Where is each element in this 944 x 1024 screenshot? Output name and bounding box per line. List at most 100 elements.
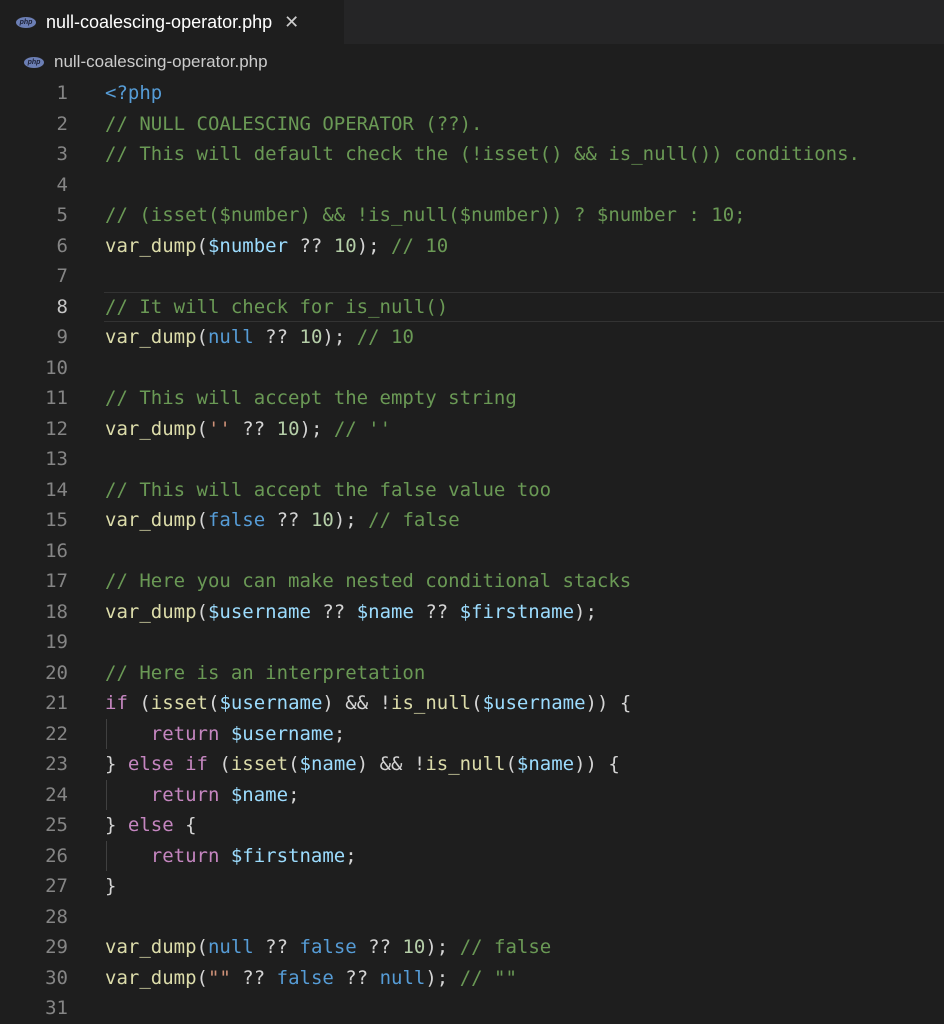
code-line[interactable]: 10 bbox=[0, 353, 944, 384]
code-token: ); bbox=[356, 234, 392, 257]
code-line[interactable]: 25} else { bbox=[0, 810, 944, 841]
code-line[interactable]: 28 bbox=[0, 902, 944, 933]
code-line[interactable]: 9 var_dump(null ?? 10); // 10 bbox=[0, 322, 944, 353]
code-text: return $firstname; bbox=[105, 841, 357, 872]
code-token: // This will accept the false value too bbox=[105, 478, 552, 501]
code-line[interactable]: 14 // This will accept the false value to… bbox=[0, 475, 944, 506]
code-token: ; bbox=[333, 722, 346, 745]
code-line[interactable]: 12 var_dump('' ?? 10); // '' bbox=[0, 414, 944, 445]
code-line[interactable]: 13 bbox=[0, 444, 944, 475]
code-line[interactable]: 27} bbox=[0, 871, 944, 902]
code-token: { bbox=[173, 814, 197, 836]
line-number: 28 bbox=[45, 905, 68, 928]
code-token: // Here you can make nested conditional … bbox=[105, 570, 632, 592]
code-line[interactable]: 30 var_dump("" ?? false ?? null); // "" bbox=[0, 963, 944, 994]
code-line[interactable]: 2 // NULL COALESCING OPERATOR (??). bbox=[0, 109, 944, 140]
code-token: return bbox=[150, 844, 220, 867]
code-token: var_dump bbox=[105, 326, 197, 348]
code-token: } bbox=[105, 875, 117, 897]
code-token: <?php bbox=[105, 82, 163, 104]
code-token: // This will accept the empty string bbox=[105, 387, 517, 409]
tab-null-coalescing-operator[interactable]: php null-coalescing-operator.php ✕ bbox=[0, 0, 344, 44]
code-token: $name bbox=[516, 753, 575, 775]
code-line[interactable]: 6 var_dump($number ?? 10); // 10 bbox=[0, 231, 944, 262]
code-token: // It will check for is_null() bbox=[105, 295, 449, 318]
code-line[interactable]: 20 // Here is an interpretation bbox=[0, 658, 944, 689]
editor-tab-bar: php null-coalescing-operator.php ✕ bbox=[0, 0, 944, 44]
code-token: return bbox=[150, 783, 220, 806]
code-token: var_dump bbox=[105, 600, 197, 623]
code-token: 10 bbox=[299, 326, 323, 348]
code-line[interactable]: 19 bbox=[0, 627, 944, 658]
code-line[interactable]: 3 // This will default check the (!isset(… bbox=[0, 139, 944, 170]
code-line[interactable]: 4 bbox=[0, 170, 944, 201]
code-line[interactable]: 23} else if (isset($name) && !is_null($n… bbox=[0, 749, 944, 780]
code-line[interactable]: 24 return $name; bbox=[0, 779, 944, 810]
breadcrumb-file[interactable]: null-coalescing-operator.php bbox=[54, 52, 268, 72]
code-token: ?? bbox=[356, 936, 403, 958]
code-line[interactable]: 18 var_dump($username ?? $name ?? $firstn… bbox=[0, 597, 944, 628]
code-token: else if bbox=[127, 753, 208, 775]
php-file-icon: php bbox=[16, 16, 36, 28]
line-number: 17 bbox=[45, 570, 68, 592]
code-line[interactable]: 1 <?php bbox=[0, 78, 944, 109]
code-text: // It will check for is_null() bbox=[105, 292, 448, 323]
code-token: ); bbox=[574, 600, 597, 623]
code-token: ); bbox=[425, 966, 460, 989]
line-number: 30 bbox=[45, 966, 68, 989]
line-number: 2 bbox=[56, 112, 68, 135]
code-token: ( bbox=[196, 326, 208, 348]
code-token: // 10 bbox=[356, 326, 414, 348]
code-line[interactable]: 29 var_dump(null ?? false ?? 10); // fals… bbox=[0, 932, 944, 963]
line-number: 12 bbox=[45, 417, 68, 440]
code-line[interactable]: 11 // This will accept the empty string bbox=[0, 383, 944, 414]
code-token: ?? bbox=[230, 966, 277, 989]
code-text: return $username; bbox=[105, 719, 346, 750]
code-line[interactable]: 22 return $username; bbox=[0, 718, 944, 750]
code-line[interactable]: 5 // (isset($number) && !is_null($number)… bbox=[0, 200, 944, 231]
code-token: $username bbox=[219, 692, 323, 714]
code-line[interactable]: 7 bbox=[0, 261, 944, 292]
code-token: )) { bbox=[585, 692, 632, 714]
code-token: null bbox=[379, 966, 426, 989]
line-number: 26 bbox=[45, 844, 68, 867]
code-token: isset bbox=[150, 692, 208, 714]
code-line[interactable]: 16 bbox=[0, 536, 944, 567]
code-token: ?? bbox=[253, 326, 300, 348]
line-number: 24 bbox=[45, 783, 68, 806]
code-token: var_dump bbox=[105, 509, 197, 531]
code-token: ); bbox=[322, 326, 357, 348]
php-file-icon: php bbox=[24, 56, 44, 68]
code-token: $name bbox=[299, 753, 357, 775]
code-line[interactable]: 8 // It will check for is_null() bbox=[0, 291, 944, 323]
code-text: if (isset($username) && !is_null($userna… bbox=[105, 688, 631, 719]
code-text: var_dump($username ?? $name ?? $firstnam… bbox=[105, 597, 597, 628]
code-text: // Here you can make nested conditional … bbox=[105, 566, 631, 597]
code-token: $username bbox=[230, 722, 334, 745]
line-number: 20 bbox=[45, 661, 68, 684]
code-line[interactable]: 17 // Here you can make nested conditiona… bbox=[0, 566, 944, 597]
code-token: else bbox=[127, 814, 174, 836]
code-token: is_null bbox=[391, 692, 472, 714]
code-token: )) { bbox=[574, 753, 620, 775]
code-token: ); bbox=[425, 936, 460, 958]
code-editor[interactable]: 1 <?php 2 // NULL COALESCING OPERATOR (??).… bbox=[0, 78, 944, 1024]
code-token: if bbox=[105, 692, 128, 714]
code-text: // This will accept the false value too bbox=[105, 475, 551, 506]
code-token: $firstname bbox=[230, 844, 346, 867]
code-token: // "" bbox=[459, 966, 517, 989]
code-token: false bbox=[207, 509, 266, 531]
breadcrumb: php null-coalescing-operator.php bbox=[0, 44, 944, 80]
code-line[interactable]: 21 if (isset($username) && !is_null($user… bbox=[0, 688, 944, 719]
close-icon[interactable]: ✕ bbox=[284, 13, 299, 31]
code-token: ) && ! bbox=[322, 692, 392, 714]
line-number: 10 bbox=[45, 356, 68, 379]
code-token: // false bbox=[459, 936, 552, 958]
code-line[interactable]: 26 return $firstname; bbox=[0, 840, 944, 872]
code-token: var_dump bbox=[105, 966, 197, 989]
code-token: ?? bbox=[333, 966, 380, 989]
code-line[interactable]: 15 var_dump(false ?? 10); // false bbox=[0, 505, 944, 536]
code-line[interactable]: 31 bbox=[0, 993, 944, 1024]
